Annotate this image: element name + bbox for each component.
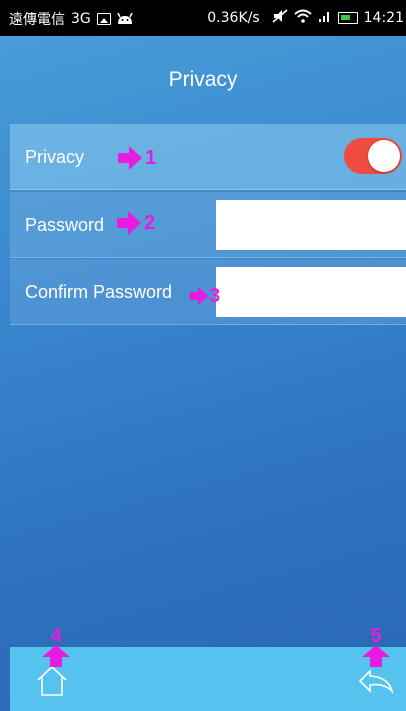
- page-title: Privacy: [168, 68, 238, 91]
- confirm-password-input[interactable]: [216, 267, 406, 317]
- password-row: Password: [10, 192, 406, 258]
- annotation-4: 4: [42, 626, 70, 667]
- privacy-label: Privacy: [25, 147, 85, 167]
- battery-icon: [337, 12, 358, 24]
- page-header: Privacy: [0, 36, 406, 124]
- annotation-5: 5: [362, 626, 390, 667]
- arrow-right-icon: [118, 146, 142, 170]
- annotation-2: 2: [116, 210, 155, 236]
- annotation-3: 3: [189, 283, 220, 309]
- status-bar: 遠傳電信 3G 0.36K/s 14:21: [0, 0, 406, 36]
- wifi-icon: [293, 9, 312, 27]
- status-bar-right: 0.36K/s 14:21: [207, 9, 404, 27]
- password-label: Password: [25, 215, 105, 235]
- home-button[interactable]: [34, 665, 74, 705]
- android-icon: [117, 12, 133, 25]
- network-speed: 0.36K/s: [207, 10, 260, 26]
- arrow-right-icon: [117, 211, 141, 235]
- clock: 14:21: [363, 10, 404, 26]
- app-screen: 遠傳電信 3G 0.36K/s 14:21 Privacy Privacy Pa…: [0, 0, 406, 711]
- network-type: 3G: [71, 11, 91, 27]
- confirm-password-label: Confirm Password: [25, 282, 173, 302]
- mute-icon: [272, 9, 288, 27]
- back-icon: [358, 669, 394, 694]
- annotation-1: 1: [117, 145, 156, 171]
- image-icon: [96, 13, 111, 25]
- password-input[interactable]: [216, 200, 406, 250]
- carrier-name: 遠傳電信: [9, 12, 65, 28]
- status-bar-left: 遠傳電信 3G: [9, 9, 133, 29]
- arrow-up-icon: [42, 645, 70, 667]
- privacy-row: Privacy: [10, 124, 406, 190]
- back-button[interactable]: [358, 665, 398, 705]
- toggle-knob: [368, 140, 400, 172]
- home-icon: [37, 665, 67, 696]
- privacy-toggle[interactable]: [344, 138, 402, 174]
- signal-icon: [318, 9, 332, 27]
- arrow-right-icon: [189, 286, 209, 306]
- arrow-up-icon: [362, 645, 390, 667]
